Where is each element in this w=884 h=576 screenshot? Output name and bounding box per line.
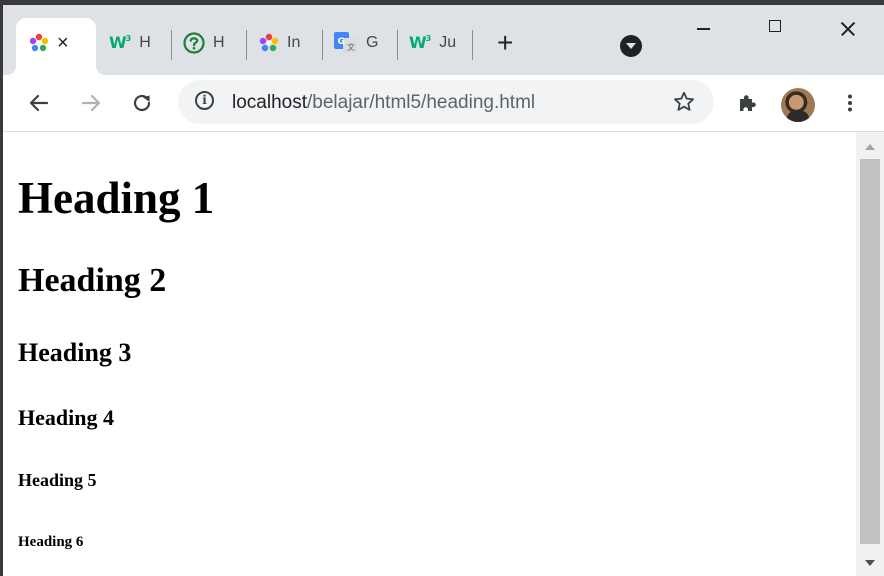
tab-5[interactable]: G 文 G bbox=[334, 18, 378, 68]
tab-title: H bbox=[139, 34, 151, 51]
tab-search-icon[interactable] bbox=[620, 35, 642, 57]
address-bar[interactable]: i localhost/belajar/html5/heading.html bbox=[178, 80, 714, 124]
pinwheel-favicon-icon bbox=[259, 33, 279, 52]
tab-title: In bbox=[287, 34, 301, 51]
browser-toolbar: i localhost/belajar/html5/heading.html bbox=[3, 75, 884, 132]
scroll-down-arrow-icon[interactable] bbox=[865, 560, 875, 566]
heading-6: Heading 6 bbox=[18, 534, 84, 550]
tab-6[interactable]: W3 Ju bbox=[409, 18, 456, 68]
extensions-button[interactable] bbox=[733, 89, 761, 117]
forward-button[interactable] bbox=[77, 89, 105, 117]
address-url[interactable]: localhost/belajar/html5/heading.html bbox=[232, 92, 535, 114]
help-circle-favicon-icon bbox=[183, 32, 205, 54]
browser-window: × W3 H H In G 文 G W3 Ju + i localhost/be… bbox=[3, 5, 884, 576]
menu-button[interactable] bbox=[836, 89, 864, 117]
kebab-menu-icon bbox=[848, 94, 852, 112]
tab-separator bbox=[397, 30, 398, 60]
back-button[interactable] bbox=[25, 89, 53, 117]
svg-text:文: 文 bbox=[347, 42, 355, 52]
scroll-up-arrow-icon[interactable] bbox=[865, 144, 875, 150]
tab-title: G bbox=[366, 34, 379, 51]
reload-icon bbox=[133, 94, 151, 112]
minimize-button[interactable] bbox=[667, 5, 739, 53]
svg-text:G: G bbox=[338, 37, 345, 47]
tab-strip: × W3 H H In G 文 G W3 Ju + bbox=[3, 5, 884, 75]
profile-avatar[interactable] bbox=[781, 88, 815, 122]
tab-separator bbox=[322, 30, 323, 60]
heading-3: Heading 3 bbox=[18, 338, 132, 367]
close-window-button[interactable] bbox=[811, 5, 883, 53]
tab-separator bbox=[171, 30, 172, 60]
puzzle-icon bbox=[740, 95, 756, 111]
google-translate-favicon-icon: G 文 bbox=[334, 32, 357, 53]
w3schools-favicon-icon: W3 bbox=[109, 33, 132, 52]
pinwheel-favicon-icon bbox=[29, 33, 49, 52]
reload-button[interactable] bbox=[128, 89, 156, 117]
arrow-left-icon bbox=[29, 94, 49, 112]
star-icon[interactable] bbox=[672, 90, 696, 114]
tab-separator bbox=[246, 30, 247, 60]
maximize-button[interactable] bbox=[739, 5, 811, 53]
tab-separator bbox=[472, 30, 473, 60]
tab-1[interactable]: × bbox=[29, 18, 69, 68]
scrollbar-thumb[interactable] bbox=[860, 159, 880, 544]
tab-2[interactable]: W3 H bbox=[109, 18, 151, 68]
info-icon[interactable]: i bbox=[195, 91, 214, 110]
heading-2: Heading 2 bbox=[18, 262, 167, 299]
heading-1: Heading 1 bbox=[18, 173, 215, 223]
tab-close-button[interactable]: × bbox=[57, 33, 69, 53]
tab-4[interactable]: In bbox=[259, 18, 300, 68]
arrow-right-icon bbox=[81, 94, 101, 112]
tab-title: H bbox=[213, 34, 225, 51]
tab-title: Ju bbox=[439, 34, 457, 51]
w3schools-favicon-icon: W3 bbox=[409, 33, 432, 52]
heading-5: Heading 5 bbox=[18, 470, 97, 490]
heading-4: Heading 4 bbox=[18, 405, 114, 430]
page-content: Heading 1 Heading 2 Heading 3 Heading 4 … bbox=[3, 132, 854, 576]
new-tab-button[interactable]: + bbox=[497, 29, 513, 57]
tab-3[interactable]: H bbox=[183, 18, 225, 68]
vertical-scrollbar[interactable] bbox=[856, 132, 884, 576]
